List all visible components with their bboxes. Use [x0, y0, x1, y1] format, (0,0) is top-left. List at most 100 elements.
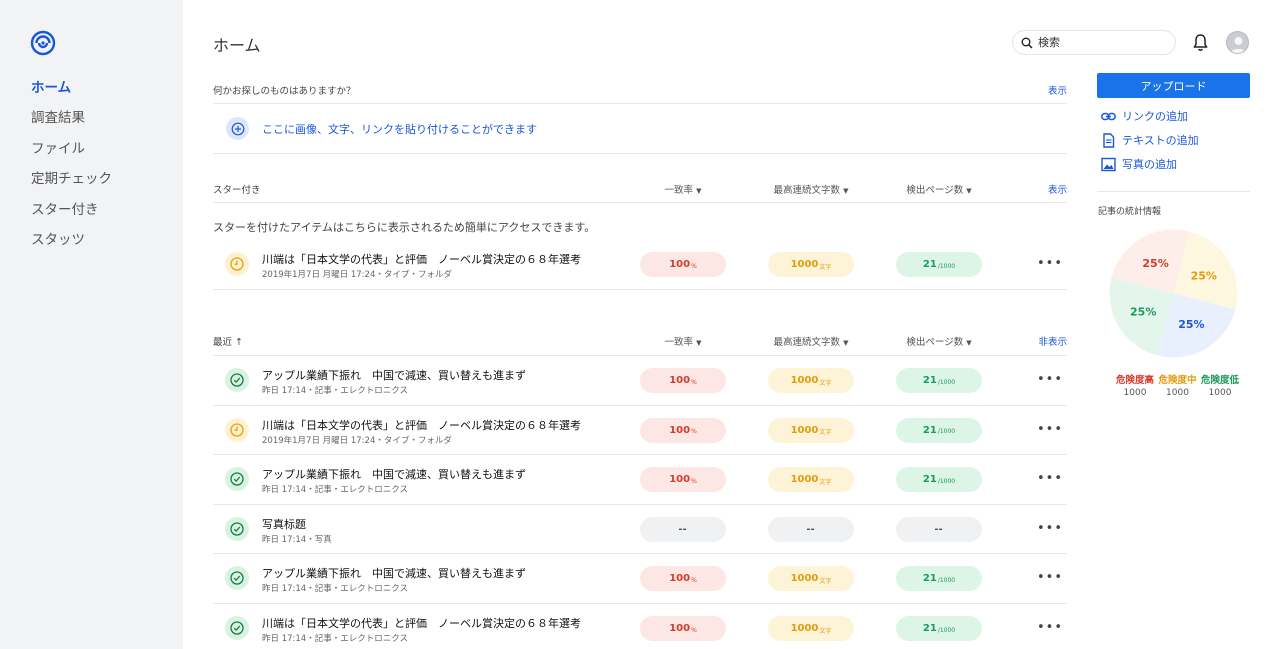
sidebar-item-results[interactable]: 調査結果	[31, 109, 112, 139]
detected-pages-badge: 21/1000	[896, 616, 982, 641]
add-photo-action[interactable]: 写真の追加	[1101, 156, 1177, 172]
item-title[interactable]: 川端は「日本文学の代表」と評価 ノーベル賞決定の６８年選考	[262, 417, 581, 433]
divider	[213, 202, 1067, 203]
item-title[interactable]: アップル業績下振れ 中国で減速、買い替えも進まず	[262, 367, 526, 383]
upload-button[interactable]: アップロード	[1097, 73, 1250, 98]
page-title: ホーム	[213, 36, 261, 55]
legend-value: 1000	[1166, 388, 1189, 398]
list-item[interactable]: 川端は「日本文学の代表」と評価 ノーベル賞決定の６８年選考 2019年1月7日 月…	[213, 240, 1067, 289]
sidebar-item-files[interactable]: ファイル	[31, 140, 112, 170]
show-link[interactable]: 表示	[1048, 83, 1067, 97]
item-title[interactable]: 川端は「日本文学の代表」と評価 ノーベル賞決定の６８年選考	[262, 251, 581, 267]
sort-arrow-icon: ↑	[235, 337, 244, 348]
max-chars-badge: 1000 文字	[768, 566, 854, 592]
column-max-consecutive[interactable]: 最高連続文字数 ▼	[758, 182, 864, 196]
column-max-consecutive[interactable]: 最高連続文字数 ▼	[758, 334, 864, 348]
list-item[interactable]: 川端は「日本文学の代表」と評価 ノーベル賞決定の６８年選考昨日 17:14・記事…	[213, 604, 1067, 649]
stats-pie-chart: 25% 25% 25% 25%	[1109, 229, 1238, 358]
stats-legend-values: 1000 1000 1000	[1115, 388, 1240, 398]
more-options-icon[interactable]: •••	[1037, 372, 1063, 387]
list-item[interactable]: アップル業績下振れ 中国で減速、買い替えも進まず昨日 17:14・記事・エレクト…	[213, 455, 1067, 504]
pie-slice-label: 25%	[1130, 305, 1156, 318]
column-match-rate[interactable]: 一致率 ▼	[640, 334, 726, 348]
max-chars-badge: 1000 文字	[768, 368, 854, 393]
item-meta: 昨日 17:14・記事・エレクトロニクス	[262, 634, 408, 644]
item-title[interactable]: 写真标题	[262, 516, 306, 532]
sidebar-item-scheduled-check[interactable]: 定期チェック	[31, 170, 112, 200]
match-rate-badge: 100%	[640, 417, 726, 443]
clock-icon	[225, 252, 249, 276]
add-text-label: テキストの追加	[1122, 134, 1199, 147]
link-icon	[1101, 112, 1116, 120]
item-title[interactable]: 川端は「日本文学の代表」と評価 ノーベル賞決定の６８年選考	[262, 615, 581, 631]
starred-section-label: スター付き	[213, 185, 261, 196]
check-circle-icon	[225, 516, 249, 541]
more-options-icon[interactable]: •••	[1037, 471, 1063, 486]
detected-pages-badge: 21/1000	[896, 368, 982, 393]
divider	[1097, 191, 1250, 192]
pie-slice-label: 25%	[1142, 257, 1168, 270]
add-link-action[interactable]: リンクの追加	[1101, 108, 1188, 124]
detected-pages-badge: 21/1000	[896, 566, 982, 592]
item-meta: 昨日 17:14・記事・エレクトロニクス	[262, 386, 408, 396]
add-link-label: リンクの追加	[1122, 110, 1188, 123]
detected-pages-badge: --	[896, 516, 982, 542]
check-circle-icon	[225, 616, 249, 640]
match-rate-badge: --	[640, 516, 726, 542]
more-options-icon[interactable]: •••	[1037, 256, 1063, 271]
pie-slice-label: 25%	[1191, 270, 1217, 283]
list-item[interactable]: アップル業績下振れ 中国で減速、買い替えも進まず昨日 17:14・記事・エレクト…	[213, 356, 1067, 405]
max-chars-badge: --	[768, 516, 854, 542]
list-item[interactable]: 写真标题昨日 17:14・写真 -- -- -- •••	[213, 505, 1067, 554]
legend-value: 1000	[1123, 388, 1147, 398]
app-logo-icon[interactable]	[30, 30, 56, 56]
check-circle-icon	[225, 566, 249, 591]
max-chars-badge: 1000 文字	[768, 467, 854, 493]
item-title[interactable]: アップル業績下振れ 中国で減速、買い替えも進まず	[262, 565, 526, 581]
match-rate-badge: 100%	[640, 467, 726, 493]
clock-icon	[225, 417, 249, 442]
item-meta: 昨日 17:14・写真	[262, 534, 332, 545]
paste-area[interactable]: ここに画像、文字、リンクを貼り付けることができます	[213, 104, 1067, 153]
legend-label: 危険度高	[1115, 375, 1154, 386]
match-rate-badge: 100%	[640, 566, 726, 592]
divider	[213, 289, 1067, 290]
avatar[interactable]	[1226, 31, 1249, 54]
search-question-label: 何かお探しのものはありますか？	[213, 86, 356, 97]
check-circle-icon	[225, 368, 249, 392]
recent-toggle-link[interactable]: 非表示	[1038, 334, 1067, 348]
detected-pages-badge: 21/1000	[896, 417, 982, 443]
paste-hint: ここに画像、文字、リンクを貼り付けることができます	[262, 122, 537, 136]
column-match-rate[interactable]: 一致率 ▼	[640, 182, 726, 196]
more-options-icon[interactable]: •••	[1037, 521, 1063, 536]
sidebar-item-stats[interactable]: スタッツ	[31, 231, 112, 261]
list-item[interactable]: アップル業績下振れ 中国で減速、買い替えも進まず 昨日 17:14・記事・エレクト…	[213, 554, 1067, 603]
user-icon	[1230, 37, 1247, 53]
search-input[interactable]	[1038, 36, 1158, 49]
sidebar-item-home[interactable]: ホーム	[31, 79, 112, 109]
max-chars-badge: 1000 文字	[768, 417, 854, 443]
detected-pages-badge: 21/1000	[896, 252, 982, 277]
add-circle-icon	[226, 117, 249, 140]
bell-icon[interactable]	[1192, 33, 1209, 52]
legend-label: 危険度低	[1200, 375, 1239, 386]
add-text-action[interactable]: テキストの追加	[1101, 132, 1199, 148]
sidebar: ホーム 調査結果 ファイル 定期チェック スター付き スタッツ	[0, 0, 183, 649]
item-meta: 昨日 17:14・記事・エレクトロニクス	[262, 485, 408, 496]
more-options-icon[interactable]: •••	[1037, 422, 1063, 437]
more-options-icon[interactable]: •••	[1037, 620, 1063, 635]
more-options-icon[interactable]: •••	[1037, 570, 1063, 585]
column-detected-pages[interactable]: 検出ページ数 ▼	[896, 182, 982, 196]
sidebar-nav: ホーム 調査結果 ファイル 定期チェック スター付き スタッツ	[31, 79, 112, 261]
item-title[interactable]: アップル業績下振れ 中国で減速、買い替えも進まず	[262, 466, 526, 482]
sidebar-item-starred[interactable]: スター付き	[31, 201, 112, 231]
search-icon	[1021, 37, 1033, 49]
search-box[interactable]	[1012, 30, 1176, 55]
max-chars-badge: 1000 文字	[768, 616, 854, 641]
recent-section-label[interactable]: 最近 ↑	[213, 334, 243, 348]
starred-toggle-link[interactable]: 表示	[1048, 182, 1067, 196]
item-meta: 2019年1月7日 月曜日 17:24・タイプ・フォルダ	[262, 270, 452, 280]
max-chars-badge: 1000 文字	[768, 252, 854, 277]
column-detected-pages[interactable]: 検出ページ数 ▼	[896, 334, 982, 348]
list-item[interactable]: 川端は「日本文学の代表」と評価 ノーベル賞決定の６８年選考 2019年1月7日 月…	[213, 406, 1067, 455]
